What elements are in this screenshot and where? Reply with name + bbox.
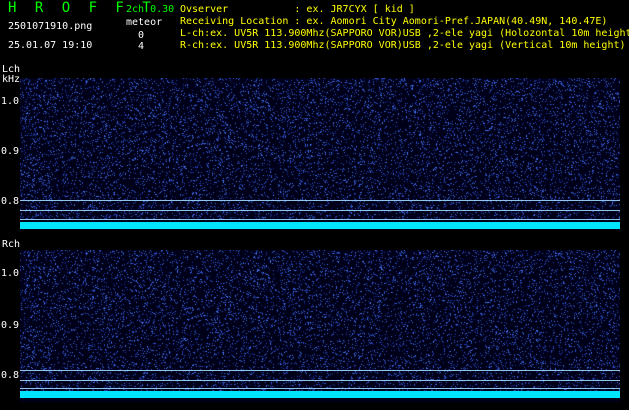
lch-ytick: 0.8 — [1, 196, 20, 207]
lch-marker-line — [20, 210, 620, 211]
rch-marker-line — [20, 370, 620, 371]
rch-channel-label: Rch — [2, 239, 21, 250]
rch-config-info: R-ch:ex. UV5R 113.900Mhz(SAPPORO VOR)USB… — [180, 40, 626, 51]
rch-ytick: 0.9 — [1, 320, 20, 331]
rch-ytick: 1.0 — [1, 268, 20, 279]
rch-marker-line — [20, 388, 620, 389]
meteor-count-rch: 4 — [138, 41, 145, 52]
rch-ytick: 0.8 — [1, 370, 20, 381]
observer-info: Ovserver : ex. JR7CYX [ kid ] — [180, 4, 415, 15]
lch-ytick: 0.9 — [1, 146, 20, 157]
lch-config-info: L-ch:ex. UV5R 113.900Mhz(SAPPORO VOR)USB… — [180, 28, 629, 39]
location-info: Receiving Location : ex. Aomori City Aom… — [180, 16, 608, 27]
meteor-label: meteor — [126, 17, 163, 28]
timestamp-label: 25.01.07 19:10 — [8, 40, 93, 51]
rch-marker-line — [20, 380, 620, 381]
rch-baseline-band — [20, 391, 620, 398]
lch-baseline-band — [20, 222, 620, 229]
version-label: 2ch 0.30 — [126, 4, 175, 15]
lch-ytick: 1.0 — [1, 96, 20, 107]
lch-spectrogram — [20, 78, 620, 230]
filename-label: 2501071910.png — [8, 21, 93, 32]
lch-marker-line — [20, 219, 620, 220]
lch-marker-line — [20, 200, 620, 201]
lch-unit-label: kHz — [2, 74, 21, 85]
